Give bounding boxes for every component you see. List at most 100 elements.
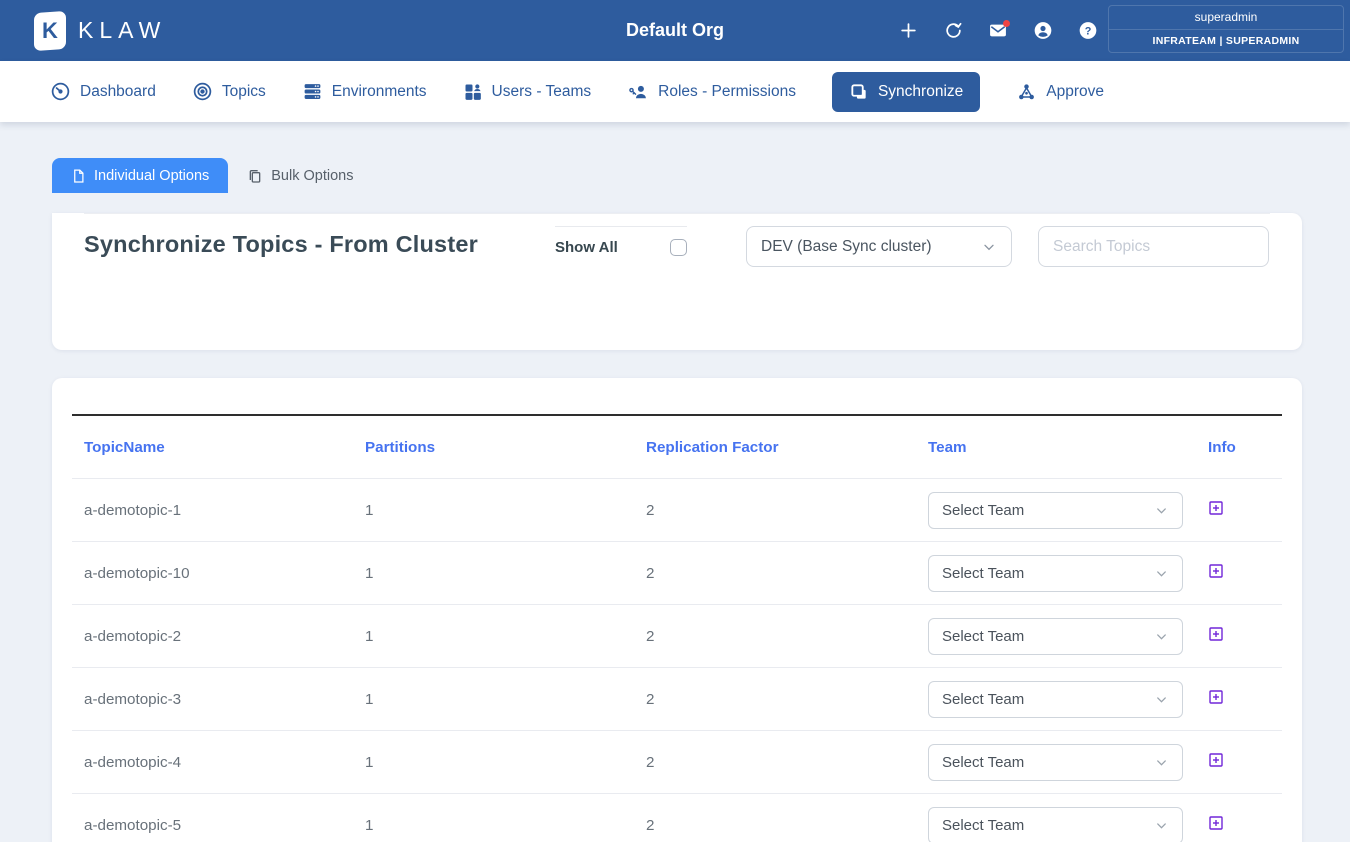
add-topic-sync-button[interactable] <box>1208 815 1224 831</box>
nav-users-teams[interactable]: Users - Teams <box>463 82 592 102</box>
team-select[interactable]: Select Team <box>928 744 1183 781</box>
team-select-value: Select Team <box>942 691 1024 708</box>
nav-dashboard[interactable]: Dashboard <box>50 81 156 102</box>
team-select-value: Select Team <box>942 502 1024 519</box>
team-cell: Select Team <box>916 807 1196 842</box>
team-cell: Select Team <box>916 618 1196 655</box>
tab-bulk-options[interactable]: Bulk Options <box>228 158 372 193</box>
add-topic-sync-button[interactable] <box>1208 689 1224 705</box>
topic-name: a-demotopic-1 <box>84 502 181 519</box>
add-topic-sync-button[interactable] <box>1208 563 1224 579</box>
topic-name-cell: a-demotopic-1 <box>72 502 353 519</box>
table-row: a-demotopic-10 1 2 Select Team <box>72 541 1282 604</box>
nav-roles-permissions[interactable]: Roles - Permissions <box>627 82 796 102</box>
notification-dot <box>1003 20 1010 27</box>
main-content: Individual Options Bulk Options Synchron… <box>0 122 1350 842</box>
topic-name-cell: a-demotopic-5 <box>72 817 353 834</box>
cluster-select-value: DEV (Base Sync cluster) <box>761 238 932 256</box>
team-select-value: Select Team <box>942 565 1024 582</box>
replication-cell: 2 <box>634 565 916 582</box>
info-cell <box>1196 689 1282 709</box>
user-team-role: INFRATEAM | SUPERADMIN <box>1109 30 1343 52</box>
search-topics-input[interactable] <box>1038 226 1269 267</box>
col-info: Info <box>1196 439 1282 456</box>
nav-synchronize[interactable]: Synchronize <box>832 72 980 112</box>
team-select-value: Select Team <box>942 628 1024 645</box>
top-app-bar: K KLAW Default Org ? superadmin INFRATEA… <box>0 0 1350 61</box>
add-topic-sync-button[interactable] <box>1208 626 1224 642</box>
topic-name-cell: a-demotopic-4 <box>72 754 353 771</box>
replication-cell: 2 <box>634 754 916 771</box>
nav-label: Roles - Permissions <box>658 83 796 101</box>
table-body: a-demotopic-1 1 2 Select Team a-demotopi… <box>72 478 1282 842</box>
col-replication-factor: Replication Factor <box>634 439 916 456</box>
partitions-cell: 1 <box>353 628 634 645</box>
topic-name: a-demotopic-4 <box>84 754 181 771</box>
username: superadmin <box>1109 6 1343 30</box>
page-title: Synchronize Topics - From Cluster <box>84 231 544 258</box>
partitions-cell: 1 <box>353 691 634 708</box>
nav-label: Topics <box>222 83 266 101</box>
add-topic-sync-button[interactable] <box>1208 752 1224 768</box>
mail-icon[interactable] <box>988 21 1008 41</box>
main-nav: Dashboard Topics Environments Users - Te… <box>0 61 1350 122</box>
team-cell: Select Team <box>916 744 1196 781</box>
add-icon[interactable] <box>898 21 918 41</box>
klaw-logo-icon: K <box>34 10 66 50</box>
team-select-value: Select Team <box>942 754 1024 771</box>
refresh-icon[interactable] <box>943 21 963 41</box>
team-select[interactable]: Select Team <box>928 807 1183 842</box>
partitions-value: 1 <box>365 817 373 834</box>
partitions-cell: 1 <box>353 754 634 771</box>
table-row: a-demotopic-1 1 2 Select Team <box>72 478 1282 541</box>
partitions-value: 1 <box>365 628 373 645</box>
replication-value: 2 <box>646 817 654 834</box>
team-select-value: Select Team <box>942 817 1024 834</box>
nav-environments[interactable]: Environments <box>302 81 427 102</box>
replication-cell: 2 <box>634 817 916 834</box>
topic-name-cell: a-demotopic-10 <box>72 565 353 582</box>
replication-value: 2 <box>646 754 654 771</box>
show-all-control: Show All <box>555 226 687 256</box>
replication-cell: 2 <box>634 691 916 708</box>
nav-label: Synchronize <box>878 83 963 101</box>
show-all-checkbox[interactable] <box>670 239 687 256</box>
topic-name: a-demotopic-3 <box>84 691 181 708</box>
table-row: a-demotopic-5 1 2 Select Team <box>72 793 1282 842</box>
team-cell: Select Team <box>916 681 1196 718</box>
team-select[interactable]: Select Team <box>928 618 1183 655</box>
brand[interactable]: K KLAW <box>34 12 166 50</box>
table-row: a-demotopic-2 1 2 Select Team <box>72 604 1282 667</box>
replication-cell: 2 <box>634 628 916 645</box>
team-select[interactable]: Select Team <box>928 555 1183 592</box>
team-select[interactable]: Select Team <box>928 681 1183 718</box>
partitions-cell: 1 <box>353 565 634 582</box>
topic-name: a-demotopic-5 <box>84 817 181 834</box>
table-header-row: TopicName Partitions Replication Factor … <box>72 416 1282 478</box>
account-icon[interactable] <box>1033 21 1053 41</box>
table-row: a-demotopic-3 1 2 Select Team <box>72 667 1282 730</box>
table-row: a-demotopic-4 1 2 Select Team <box>72 730 1282 793</box>
help-icon[interactable]: ? <box>1078 21 1098 41</box>
replication-value: 2 <box>646 502 654 519</box>
add-topic-sync-button[interactable] <box>1208 500 1224 516</box>
info-cell <box>1196 500 1282 520</box>
topic-name-cell: a-demotopic-2 <box>72 628 353 645</box>
cluster-select[interactable]: DEV (Base Sync cluster) <box>746 226 1012 267</box>
sync-filters-card: Synchronize Topics - From Cluster Show A… <box>52 213 1302 350</box>
tab-individual-options[interactable]: Individual Options <box>52 158 228 193</box>
user-info-box[interactable]: superadmin INFRATEAM | SUPERADMIN <box>1108 5 1344 53</box>
tab-label: Bulk Options <box>271 168 353 184</box>
nav-label: Environments <box>332 83 427 101</box>
partitions-cell: 1 <box>353 817 634 834</box>
partitions-value: 1 <box>365 691 373 708</box>
partitions-value: 1 <box>365 754 373 771</box>
partitions-value: 1 <box>365 565 373 582</box>
nav-approve[interactable]: Approve <box>1016 82 1104 102</box>
team-select[interactable]: Select Team <box>928 492 1183 529</box>
topic-name-cell: a-demotopic-3 <box>72 691 353 708</box>
nav-topics[interactable]: Topics <box>192 81 266 102</box>
nav-label: Dashboard <box>80 83 156 101</box>
replication-value: 2 <box>646 565 654 582</box>
logo-letter: K <box>42 18 58 44</box>
